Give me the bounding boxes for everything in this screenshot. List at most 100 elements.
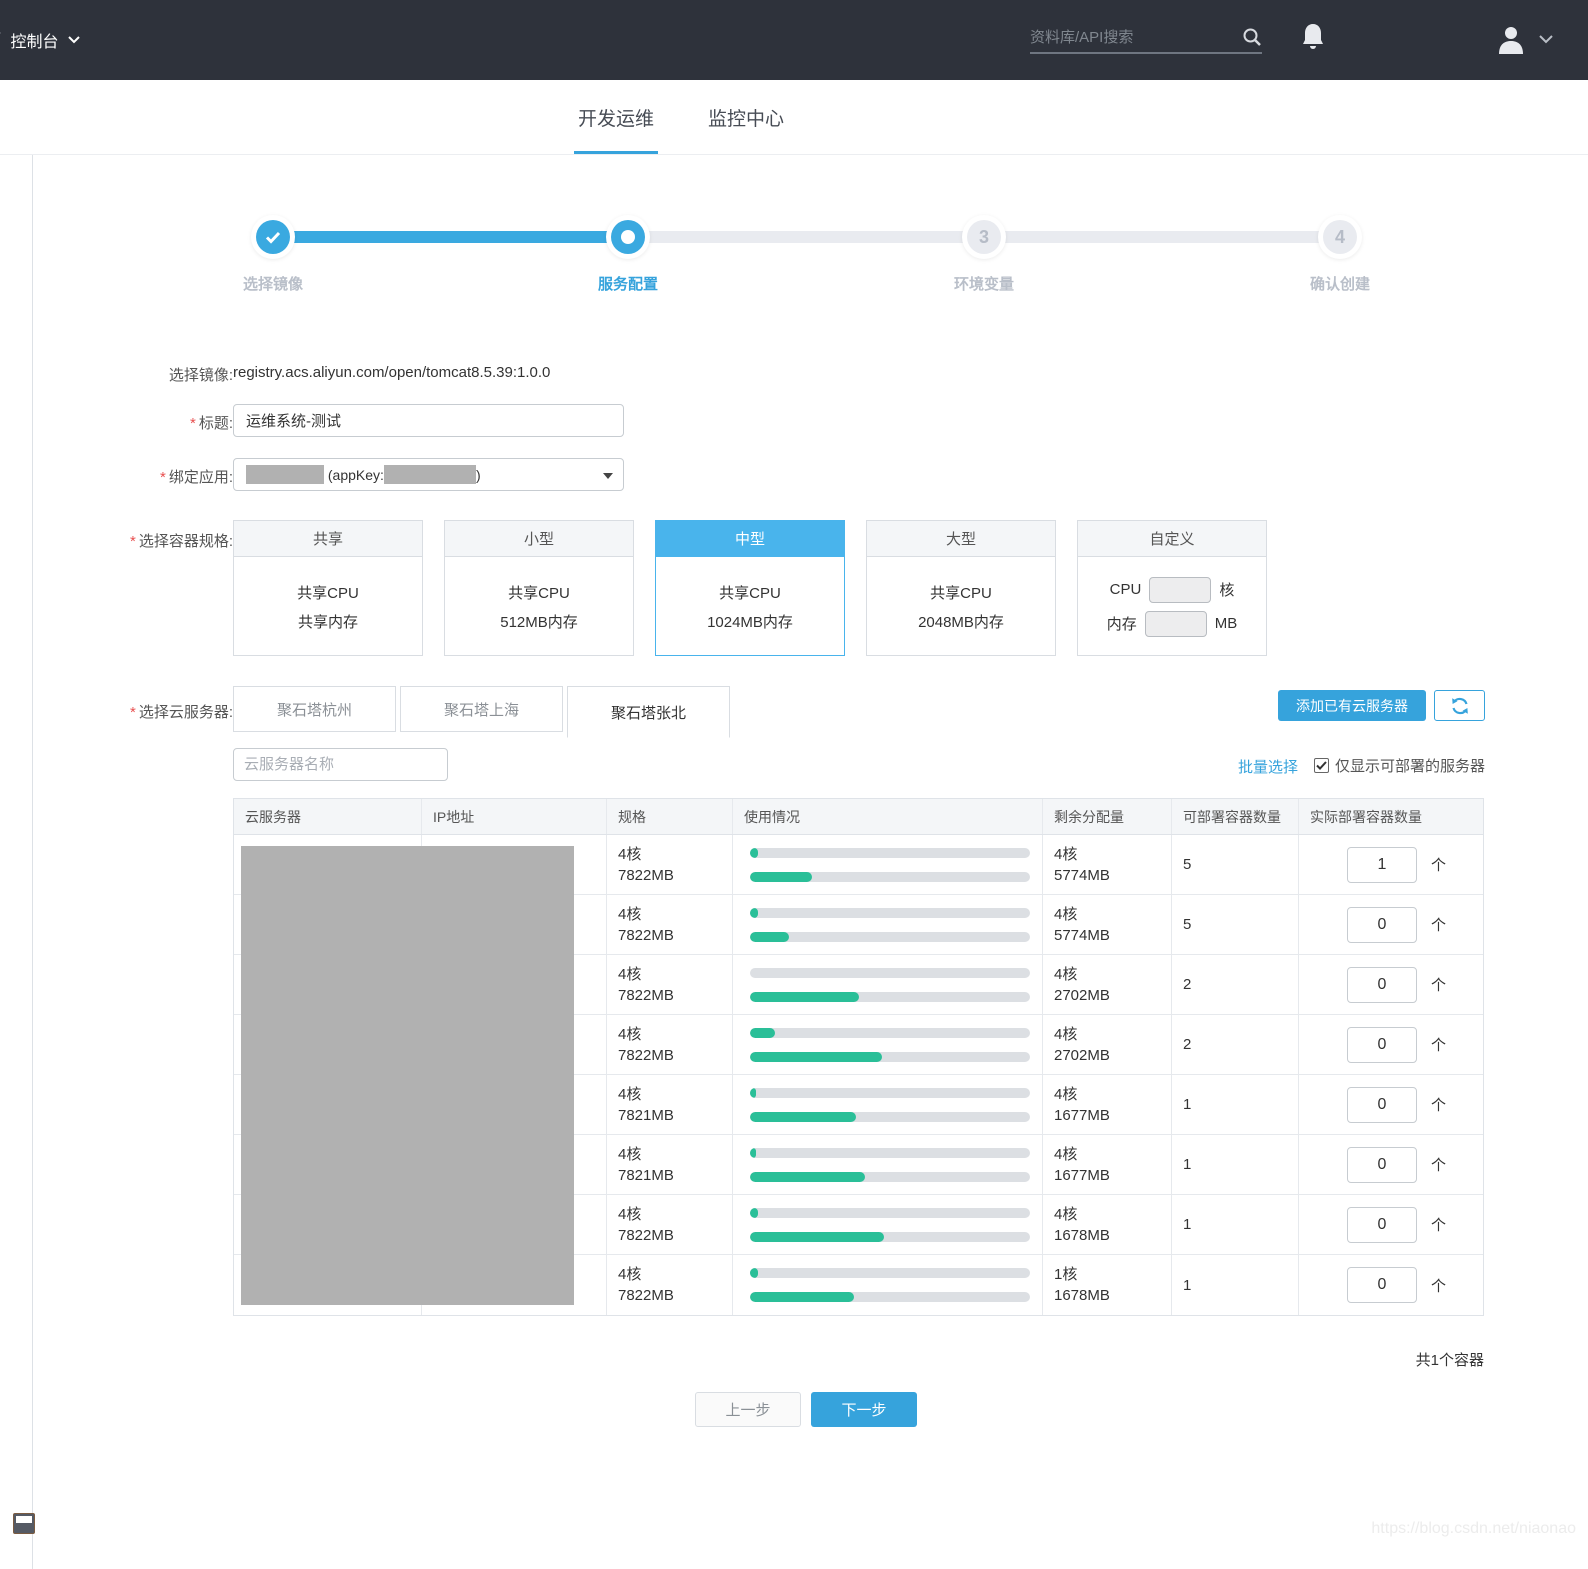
spec-card-line: 512MB内存 [500,611,578,632]
top-header-bar: / 控制台 [0,0,1588,80]
spec-memory: 7822MB [618,1285,732,1306]
title-input[interactable] [233,404,624,437]
deployable-count-cell: 1 [1172,1075,1299,1134]
spec-card-1[interactable]: 小型共享CPU 512MB内存 [444,520,634,656]
cloud-server-label: *选择云服务器: [40,701,233,722]
remaining-cores: 1核 [1054,1264,1171,1285]
refresh-button[interactable] [1434,690,1485,721]
notifications-button[interactable] [1300,22,1326,55]
batch-select-link[interactable]: 批量选择 [1238,756,1298,777]
spec-card-line: 共享CPU [930,582,992,603]
breadcrumb[interactable]: / 控制台 [0,28,80,52]
spec-cores: 4核 [618,1024,732,1045]
deploy-count-cell: 个 [1299,955,1483,1014]
spec-card-line: 2048MB内存 [918,611,1004,632]
deploy-count-input[interactable] [1347,847,1417,883]
deploy-count-cell: 个 [1299,835,1483,894]
deployable-count-cell: 5 [1172,895,1299,954]
search-icon[interactable] [1242,27,1262,47]
appkey-suffix: ) [476,467,481,483]
memory-usage-bar [750,992,1030,1002]
memory-usage-bar [750,872,1030,882]
deployable-count-cell: 5 [1172,835,1299,894]
memory-usage-bar-fill [750,872,812,882]
spec-memory: 7821MB [618,1165,732,1186]
deploy-count-cell: 个 [1299,895,1483,954]
custom-cpu-input[interactable] [1149,577,1211,603]
prev-step-button[interactable]: 上一步 [695,1392,801,1427]
spec-cores: 4核 [618,1204,732,1225]
deploy-count-input[interactable] [1347,967,1417,1003]
cpu-usage-bar-fill [750,908,758,918]
server-usage-cell [733,895,1043,954]
spec-cores: 4核 [618,1264,732,1285]
memory-usage-bar [750,1172,1030,1182]
spec-cores: 4核 [618,964,732,985]
deploy-count-unit: 个 [1431,854,1446,875]
server-remaining-cell: 4核1677MB [1043,1075,1172,1134]
server-search-input[interactable] [244,756,443,773]
deploy-count-unit: 个 [1431,914,1446,935]
deploy-count-cell: 个 [1299,1015,1483,1074]
custom-spec-row: 内存MB [1107,611,1238,637]
spec-card-3[interactable]: 大型共享CPU2048MB内存 [866,520,1056,656]
step-2-label: 服务配置 [568,273,688,294]
image-label: 选择镜像: [40,364,233,385]
chevron-down-icon [68,36,80,44]
remaining-memory: 1678MB [1054,1225,1171,1246]
column-header-1: IP地址 [422,799,607,834]
usage-bars [744,908,1042,942]
spec-card-line: 共享CPU [508,582,570,603]
region-tab-1[interactable]: 聚石塔上海 [400,686,563,732]
global-search[interactable] [1030,22,1262,54]
custom-spec-row: CPU核 [1110,577,1235,603]
usage-bars [744,968,1042,1002]
memory-usage-bar-fill [750,992,859,1002]
tab-devops[interactable]: 开发运维 [566,80,666,154]
add-existing-server-button[interactable]: 添加已有云服务器 [1278,690,1426,721]
deployable-count-cell: 1 [1172,1135,1299,1194]
region-tab-2[interactable]: 聚石塔张北 [567,686,730,738]
section-tab-bar: 开发运维 监控中心 [0,80,1588,155]
server-spec-cell: 4核7822MB [607,955,733,1014]
server-usage-cell [733,1255,1043,1315]
server-usage-cell [733,1135,1043,1194]
user-menu[interactable] [1497,24,1553,54]
deploy-count-input[interactable] [1347,907,1417,943]
deploy-count-input[interactable] [1347,1207,1417,1243]
global-search-input[interactable] [1030,29,1242,46]
bind-app-select[interactable]: (appKey: ) [233,458,624,491]
deployable-only-checkbox[interactable] [1314,758,1329,773]
server-spec-cell: 4核7821MB [607,1075,733,1134]
memory-usage-bar-fill [750,1172,865,1182]
deploy-count-input[interactable] [1347,1147,1417,1183]
check-icon [265,231,281,244]
custom-spec-unit: 核 [1219,579,1234,600]
deploy-count-input[interactable] [1347,1027,1417,1063]
deployable-only-filter: 仅显示可部署的服务器 [1314,755,1485,776]
spec-card-title: 小型 [445,521,633,557]
required-asterisk: * [160,469,166,486]
spec-card-0[interactable]: 共享共享CPU共享内存 [233,520,423,656]
container-spec-label: *选择容器规格: [40,530,233,551]
screenshot-widget-icon[interactable] [13,1513,35,1534]
server-spec-cell: 4核7822MB [607,835,733,894]
deploy-count-input[interactable] [1347,1087,1417,1123]
spec-card-4[interactable]: 自定义CPU核内存MB [1077,520,1267,656]
next-step-button[interactable]: 下一步 [811,1392,917,1427]
remaining-memory: 1678MB [1054,1285,1171,1306]
memory-usage-bar [750,1232,1030,1242]
tab-monitor-center[interactable]: 监控中心 [696,80,796,154]
spec-memory: 7821MB [618,1105,732,1126]
custom-mem-input[interactable] [1145,611,1207,637]
console-menu-label[interactable]: 控制台 [10,28,58,52]
deploy-count-cell: 个 [1299,1195,1483,1254]
spec-card-2[interactable]: 中型共享CPU1024MB内存 [655,520,845,656]
deploy-count-input[interactable] [1347,1267,1417,1303]
deploy-count-unit: 个 [1431,1275,1446,1296]
server-search[interactable] [233,748,448,781]
memory-usage-bar [750,932,1030,942]
region-tab-0[interactable]: 聚石塔杭州 [233,686,396,732]
column-header-5: 可部署容器数量 [1172,799,1299,834]
required-asterisk: * [130,704,136,721]
